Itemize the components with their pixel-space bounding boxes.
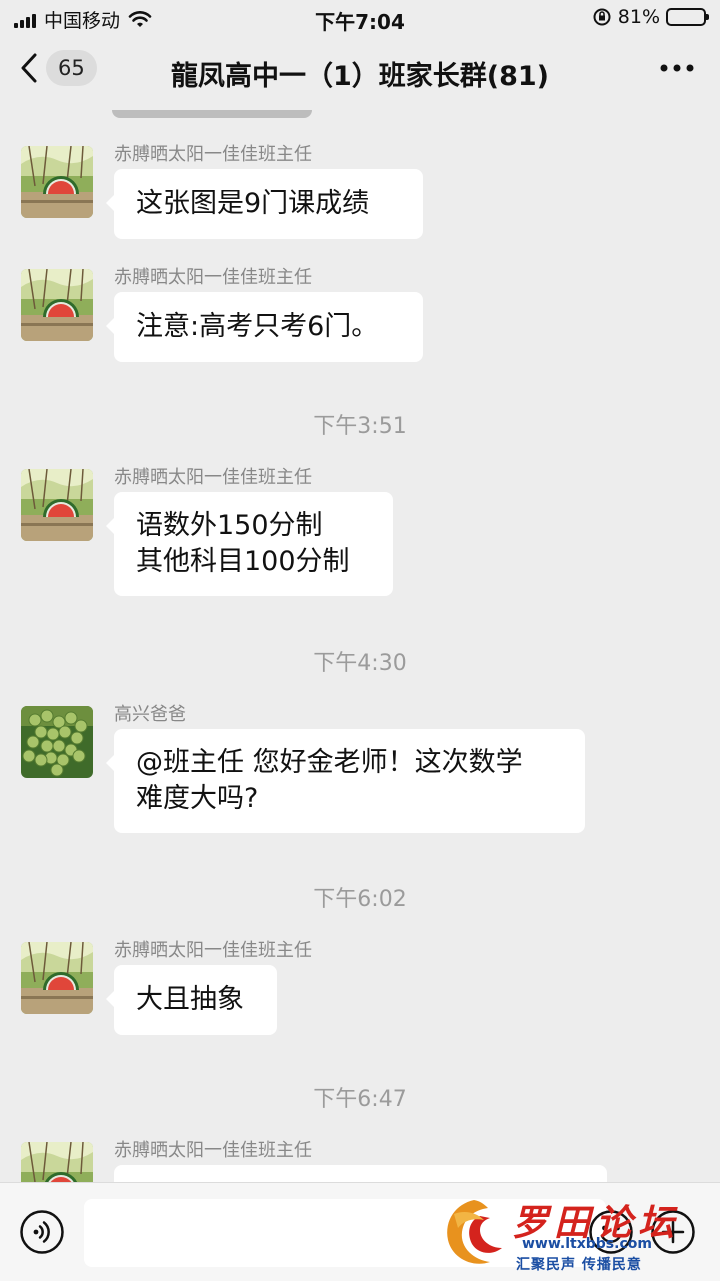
message-text: 语数外150分制 xyxy=(136,510,323,541)
timestamp: 下午3:51 xyxy=(313,414,407,439)
battery-percent: 81% xyxy=(617,6,660,28)
watermelon-avatar[interactable] xyxy=(21,146,93,218)
timestamp: 下午6:47 xyxy=(313,1087,407,1112)
watermark-url: www.ltxbbs.com xyxy=(522,1236,652,1252)
message-text: 这张图是9门课成绩 xyxy=(136,188,370,219)
more-button[interactable] xyxy=(660,58,694,77)
status-left: 中国移动 xyxy=(14,6,152,33)
message-text: @班主任 您好金老师！这次数学 xyxy=(136,747,523,778)
grapes-avatar[interactable] xyxy=(21,706,93,778)
sender-name: 赤膊晒太阳一佳佳班主任 xyxy=(114,467,312,488)
cellular-signal-icon xyxy=(14,12,36,28)
message-bubble[interactable]: 这张图是9门课成绩 xyxy=(106,169,423,239)
more-dots-icon xyxy=(660,64,694,72)
message-text: 其他科目100分制 xyxy=(136,546,350,577)
orientation-lock-icon xyxy=(593,8,611,26)
watermelon-avatar[interactable] xyxy=(21,942,93,1014)
message-text: 大且抽象 xyxy=(136,984,244,1015)
phoenix-logo-icon xyxy=(447,1200,502,1264)
message-bubble[interactable]: 语数外150分制 其他科目100分制 xyxy=(106,492,393,596)
carrier-name: 中国移动 xyxy=(44,10,121,32)
back-button[interactable]: 65 xyxy=(20,50,97,86)
status-bar: 中国移动 下午7:04 81% xyxy=(0,0,720,36)
message-bubble[interactable] xyxy=(114,1165,607,1182)
message-bubble[interactable]: 注意:高考只考6门。 xyxy=(106,292,423,362)
message-bubble[interactable]: 大且抽象 xyxy=(106,965,277,1035)
watermelon-avatar[interactable] xyxy=(21,269,93,341)
chevron-left-icon xyxy=(21,53,37,83)
message-bubble[interactable]: @班主任 您好金老师！这次数学 难度大吗? xyxy=(106,729,585,833)
message-text: 注意:高考只考6门。 xyxy=(136,311,379,342)
forum-watermark: 罗田论坛 www.ltxbbs.com 汇聚民声 传播民意 xyxy=(434,1194,704,1274)
message-text: 难度大吗? xyxy=(136,783,259,814)
status-right: 81% xyxy=(592,6,709,28)
voice-icon xyxy=(20,1210,64,1254)
voice-button[interactable] xyxy=(19,1209,65,1259)
watermark-slogan: 汇聚民声 传播民意 xyxy=(516,1257,642,1273)
timestamp: 下午4:30 xyxy=(313,651,407,676)
watermelon-avatar[interactable] xyxy=(21,469,93,541)
chat-messages[interactable]: 赤膊晒太阳一佳佳班主任 这张图是9门课成绩 赤膊晒太阳一佳佳班主任 注意:高考只… xyxy=(0,110,720,1182)
timestamp: 下午6:02 xyxy=(313,887,407,912)
sender-name: 赤膊晒太阳一佳佳班主任 xyxy=(114,144,312,165)
chat-title: 龍凤高中一（1）班家长群(81) xyxy=(170,61,550,92)
previous-image-message[interactable] xyxy=(112,110,312,118)
watermelon-avatar[interactable] xyxy=(21,1142,93,1182)
sender-name: 赤膊晒太阳一佳佳班主任 xyxy=(114,940,312,961)
battery-icon xyxy=(666,8,709,26)
chat-header: 65 龍凤高中一（1）班家长群(81) xyxy=(0,36,720,110)
wifi-icon xyxy=(128,10,152,27)
sender-name: 赤膊晒太阳一佳佳班主任 xyxy=(114,1140,312,1161)
unread-count-badge: 65 xyxy=(46,50,97,86)
sender-name: 赤膊晒太阳一佳佳班主任 xyxy=(114,267,312,288)
sender-name: 高兴爸爸 xyxy=(114,704,186,725)
